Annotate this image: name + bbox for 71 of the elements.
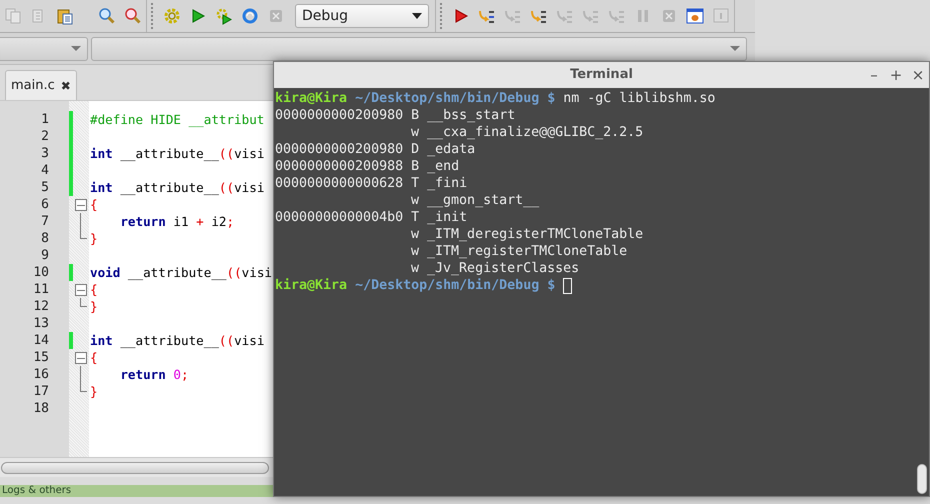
- code-line: int __attribute__((visi: [90, 180, 264, 195]
- file-tab[interactable]: main.c ✖: [5, 70, 77, 100]
- line-number: 7: [41, 213, 49, 230]
- fold-toggle[interactable]: [75, 284, 87, 296]
- code-line: #define HIDE __attribut: [90, 112, 264, 127]
- line-number: 16: [33, 366, 49, 383]
- line-number: 12: [33, 298, 49, 315]
- output-line: w __gmon_start__: [411, 193, 540, 208]
- prompt-line: kira@Kira ~/Desktop/shm/bin/Debug $ nm -gC liblibshm.so: [275, 90, 716, 107]
- copy-icon: [4, 7, 22, 25]
- line-number: 8: [41, 230, 49, 247]
- stop-icon: [267, 7, 285, 25]
- tab-label: main.c: [11, 76, 55, 95]
- search-replace-icon: [124, 7, 142, 25]
- line-number: 4: [41, 162, 49, 179]
- code-line: {: [90, 197, 98, 212]
- output-line: 0000000000000628 T _fini: [275, 176, 468, 191]
- caret-icon: [412, 13, 422, 19]
- stop-icon: [660, 7, 678, 25]
- code-line: {: [90, 350, 98, 365]
- code-line: }: [90, 299, 98, 314]
- output-line: w __cxa_finalize@@GLIBC_2.2.5: [411, 125, 644, 140]
- scope-dropdown[interactable]: [0, 36, 88, 60]
- output-line: w _ITM_deregisterTMCloneTable: [411, 227, 644, 242]
- search-icon: [98, 7, 116, 25]
- gear-icon: [163, 7, 181, 25]
- line-number: 5: [41, 179, 49, 196]
- bug-window-icon: [686, 7, 704, 25]
- line-number: 1: [41, 111, 49, 128]
- clipboard-icon: [56, 7, 74, 25]
- line-number: 10: [33, 264, 49, 281]
- line-number: 17: [33, 383, 49, 400]
- close-icon[interactable]: ✖: [60, 76, 71, 94]
- code-line: return i1 + i2;: [119, 214, 234, 229]
- build-target-dropdown[interactable]: Debug: [295, 4, 429, 28]
- horizontal-scrollbar[interactable]: [1, 462, 269, 474]
- output-line: 00000000000004b0 T _init: [275, 210, 468, 225]
- code-line: }: [90, 231, 98, 246]
- vertical-scrollbar[interactable]: [917, 464, 927, 494]
- prompt-line: kira@Kira ~/Desktop/shm/bin/Debug $: [275, 277, 556, 294]
- line-number: 14: [33, 332, 49, 349]
- code-line: int __attribute__((visi: [90, 146, 264, 161]
- gear-play-icon: [215, 7, 233, 25]
- fold-toggle[interactable]: [75, 352, 87, 364]
- output-line: 0000000000200980 B __bss_start: [275, 108, 516, 123]
- code-line: void __attribute__((visi: [90, 265, 272, 280]
- line-number: 9: [41, 247, 49, 264]
- output-line: 0000000000200988 B _end: [275, 159, 460, 174]
- info-icon: [712, 7, 730, 25]
- line-number: 6: [41, 196, 49, 213]
- symbol-dropdown[interactable]: [91, 36, 747, 60]
- line-number: 13: [33, 315, 49, 332]
- line-number: 15: [33, 349, 49, 366]
- fold-toggle[interactable]: [75, 199, 87, 211]
- line-number: 2: [41, 128, 49, 145]
- code-line: int __attribute__((visi: [90, 333, 264, 348]
- code-line: return 0;: [119, 367, 189, 382]
- output-line: w _Jv_RegisterClasses: [411, 261, 580, 276]
- window-control[interactable]: ×: [913, 64, 923, 86]
- window-control[interactable]: –: [869, 64, 879, 86]
- refresh-icon: [241, 7, 259, 25]
- line-number: 18: [33, 400, 49, 417]
- window-title: Terminal: [570, 66, 633, 84]
- panel-title[interactable]: Logs & others: [2, 485, 72, 497]
- line-number: 11: [33, 281, 49, 298]
- window-control[interactable]: +: [891, 64, 901, 86]
- output-line: 0000000000200980 D _edata: [275, 142, 476, 157]
- output-line: w _ITM_registerTMCloneTable: [411, 244, 628, 259]
- code-line: }: [90, 384, 98, 399]
- code-line: {: [90, 282, 98, 297]
- line-number: 3: [41, 145, 49, 162]
